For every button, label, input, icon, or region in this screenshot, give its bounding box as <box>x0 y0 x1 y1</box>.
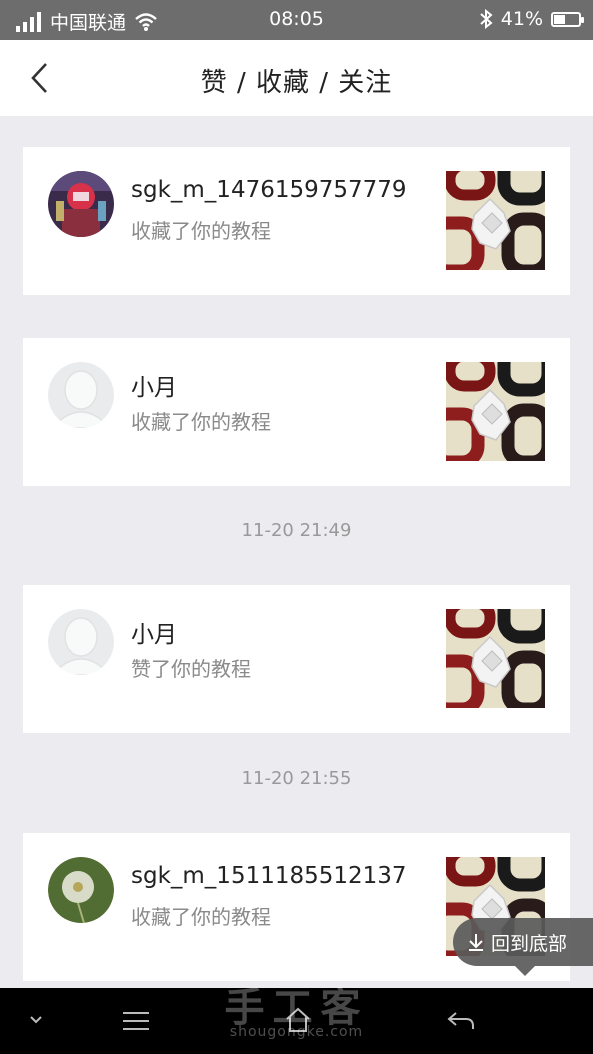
back-to-bottom-label: 回到底部 <box>491 932 568 955</box>
download-arrow-icon <box>469 934 483 951</box>
action-text: 收藏了你的教程 <box>131 219 271 243</box>
battery-icon <box>551 11 584 27</box>
avatar[interactable] <box>48 857 114 923</box>
back-to-bottom-button[interactable]: 回到底部 <box>453 918 593 976</box>
action-text: 赞了你的教程 <box>131 657 251 681</box>
avatar[interactable] <box>48 171 114 237</box>
status-bar: 中国联通 08:05 41% <box>0 0 593 40</box>
action-text: 收藏了你的教程 <box>131 410 271 434</box>
default-avatar-icon <box>48 609 114 675</box>
user-name[interactable]: sgk_m_1476159757779 <box>131 177 407 203</box>
tutorial-thumbnail[interactable] <box>446 362 545 461</box>
default-avatar-icon <box>48 362 114 428</box>
status-right: 41% <box>479 8 584 30</box>
timestamp: 11-20 21:55 <box>241 768 352 789</box>
list-item[interactable]: sgk_m_1476159757779 收藏了你的教程 <box>23 147 570 295</box>
bluetooth-icon <box>480 9 493 29</box>
watermark-url: shougongke.com <box>229 1024 364 1040</box>
user-name[interactable]: sgk_m_1511185512137 <box>131 863 407 889</box>
timestamp: 11-20 21:49 <box>241 520 352 541</box>
list-item[interactable]: 小月 赞了你的教程 <box>23 585 570 733</box>
page-title: 赞 / 收藏 / 关注 <box>200 68 393 98</box>
dandelion-avatar-icon <box>48 857 114 923</box>
tutorial-thumbnail[interactable] <box>446 171 545 270</box>
action-text: 收藏了你的教程 <box>131 905 271 929</box>
list-item[interactable]: 小月 收藏了你的教程 <box>23 338 570 486</box>
user-name[interactable]: 小月 <box>131 615 177 649</box>
photo-avatar-icon <box>48 171 114 237</box>
tutorial-thumbnail[interactable] <box>446 609 545 708</box>
avatar[interactable] <box>48 362 114 428</box>
user-name[interactable]: 小月 <box>131 368 177 402</box>
battery-percent: 41% <box>500 8 543 30</box>
avatar[interactable] <box>48 609 114 675</box>
nav-bar: 赞 / 收藏 / 关注 <box>0 40 593 116</box>
